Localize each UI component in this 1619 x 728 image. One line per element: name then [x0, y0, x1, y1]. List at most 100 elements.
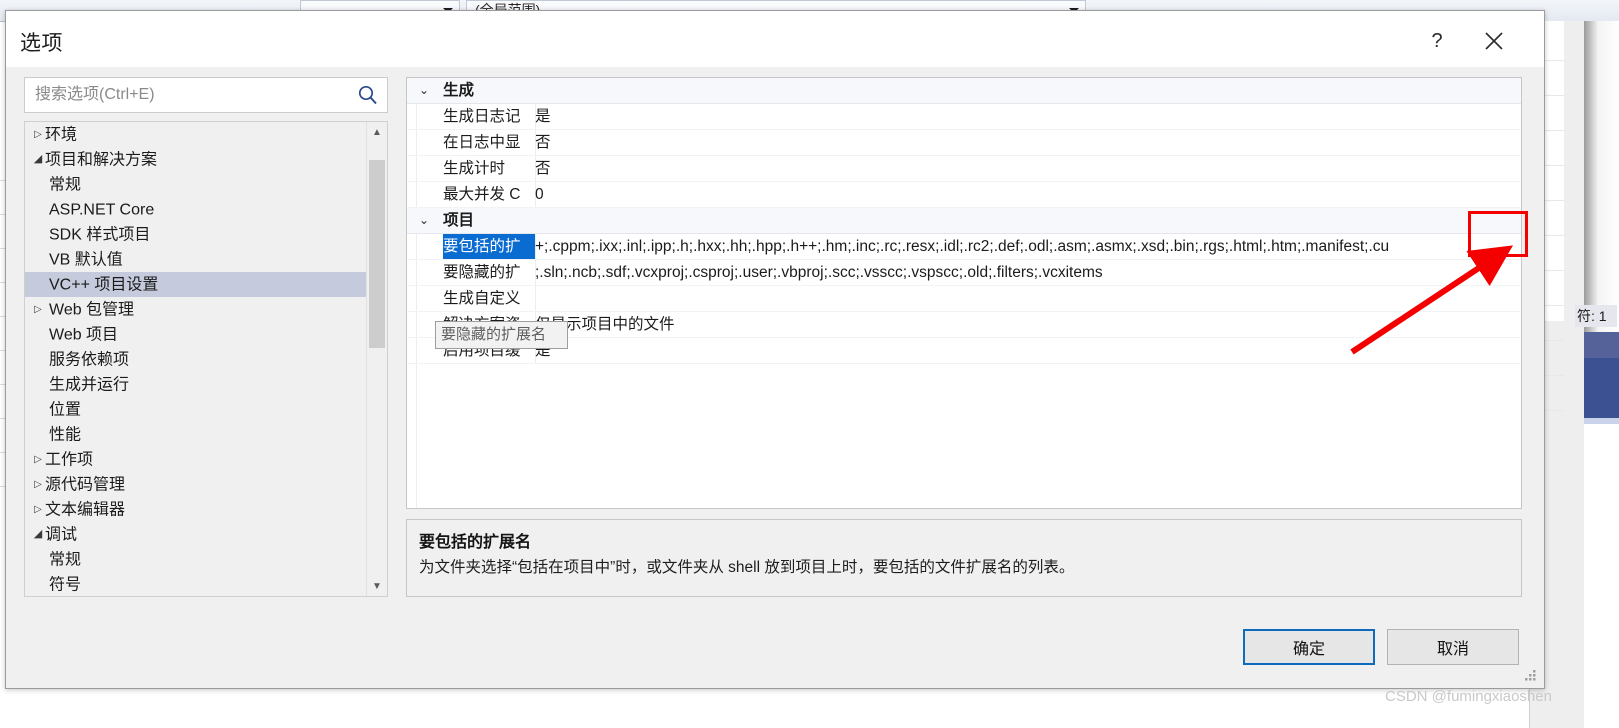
tree-item-label: 文本编辑器	[45, 501, 126, 519]
property-row[interactable]: 生成自定义	[407, 286, 1521, 312]
watermark-text: CSDN @fumingxiaoshen	[1385, 688, 1552, 705]
property-row[interactable]: 最大并发 C 0	[407, 182, 1521, 208]
tree-item[interactable]: 常规	[25, 547, 387, 572]
search-input[interactable]	[25, 78, 351, 112]
ide-selected-band	[1584, 358, 1619, 418]
tree-item[interactable]: 符号	[25, 572, 387, 596]
tree-item[interactable]: 工作项	[25, 447, 387, 472]
property-name: 生成计时	[443, 160, 506, 177]
tree-item[interactable]: 位置	[25, 397, 387, 422]
options-category-tree[interactable]: 环境◢项目和解决方案 常规 ASP.NET Core SDK 样式项目 VB 默…	[24, 121, 388, 597]
tree-item[interactable]: ◢ 项目和解决方案	[25, 147, 387, 172]
ide-right-lower	[1584, 424, 1619, 728]
close-button[interactable]	[1474, 25, 1514, 57]
chevron-down-icon[interactable]: ⌄	[419, 208, 435, 233]
tree-item[interactable]: ◢ 调试	[25, 522, 387, 547]
tree-scrollbar[interactable]: ▲ ▼	[366, 122, 387, 596]
property-name: 生成日志记	[443, 108, 521, 125]
scroll-up-icon[interactable]: ▲	[367, 122, 387, 142]
ok-button[interactable]: 确定	[1243, 629, 1375, 665]
property-column-splitter[interactable]	[535, 286, 536, 311]
description-body: 为文件夹选择“包括在项目中”时，或文件夹从 shell 放到项目上时，要包括的文…	[419, 559, 1075, 576]
search-magnifier-icon[interactable]	[355, 83, 381, 107]
tree-item[interactable]: 生成并运行	[25, 372, 387, 397]
property-row[interactable]: 要隐藏的扩 ;.sln;.ncb;.sdf;.vcxproj;.csproj;.u…	[407, 260, 1521, 286]
chevron-down-icon[interactable]: ◢	[31, 522, 45, 547]
options-dialog: 选项 ? 环境◢项目和解决方案 常规 ASP.NET Core SDK 样式项目…	[5, 10, 1545, 689]
tree-item-label: 生成并运行	[49, 376, 130, 394]
tree-item[interactable]: 源代码管理	[25, 472, 387, 497]
help-button[interactable]: ?	[1418, 25, 1456, 57]
tree-item-label: 项目和解决方案	[45, 151, 158, 169]
tree-item[interactable]: Web 包管理	[25, 297, 387, 322]
property-value[interactable]: 否	[535, 130, 1521, 155]
scrollbar-thumb[interactable]	[369, 160, 385, 348]
chevron-right-icon[interactable]	[31, 497, 45, 522]
tree-items-container: 环境◢项目和解决方案 常规 ASP.NET Core SDK 样式项目 VB 默…	[25, 122, 387, 596]
tree-item[interactable]: SDK 样式项目	[25, 222, 387, 247]
property-name: 生成自定义	[443, 290, 521, 307]
tree-item[interactable]: 服务依赖项	[25, 347, 387, 372]
property-name: 最大并发 C	[443, 186, 521, 203]
cancel-button[interactable]: 取消	[1387, 629, 1519, 665]
property-value[interactable]: 否	[535, 156, 1521, 181]
ide-selected-band	[1584, 332, 1619, 358]
property-value[interactable]: +;.cppm;.ixx;.inl;.ipp;.h;.hxx;.hh;.hpp;…	[535, 234, 1521, 259]
property-row[interactable]: 生成日志记是	[407, 104, 1521, 130]
chevron-right-icon[interactable]	[31, 297, 45, 322]
property-row[interactable]: 启用项目缓是	[407, 338, 1521, 364]
tree-item-label: 位置	[49, 401, 82, 419]
property-value[interactable]: 是	[535, 104, 1521, 129]
property-row[interactable]: 要包括的扩 +;.cppm;.ixx;.inl;.ipp;.h;.hxx;.hh;…	[407, 234, 1521, 260]
property-value[interactable]: 仅显示项目中的文件	[535, 312, 1521, 337]
tree-item[interactable]: 常规	[25, 172, 387, 197]
ide-status-fragment: 符: 1	[1575, 305, 1617, 327]
search-box[interactable]	[24, 77, 388, 113]
tree-item-label: 工作项	[45, 451, 94, 469]
tree-item-label: VB 默认值	[49, 251, 123, 269]
tree-item-label: 符号	[49, 576, 82, 594]
chevron-right-icon[interactable]	[31, 122, 45, 147]
tree-item-label: SDK 样式项目	[49, 226, 151, 244]
property-category-row[interactable]: ⌄ 项目	[407, 208, 1521, 234]
property-name: 要包括的扩	[443, 234, 535, 259]
chevron-down-icon[interactable]: ⌄	[419, 78, 435, 103]
tree-item[interactable]: VC++ 项目设置	[25, 272, 387, 297]
chevron-right-icon[interactable]	[31, 472, 45, 497]
tree-item-label: 常规	[49, 551, 82, 569]
property-category-row[interactable]: ⌄ 生成	[407, 78, 1521, 104]
tree-item-label: VC++ 项目设置	[49, 276, 159, 294]
property-tooltip: 要隐藏的扩展名	[435, 321, 568, 349]
tree-item[interactable]: 环境	[25, 122, 387, 147]
tree-item-label: 性能	[49, 426, 82, 444]
chevron-down-icon[interactable]: ◢	[31, 147, 45, 172]
dialog-title: 选项	[20, 32, 63, 55]
chevron-right-icon[interactable]	[31, 447, 45, 472]
property-value[interactable]: ;.sln;.ncb;.sdf;.vcxproj;.csproj;.user;.…	[535, 260, 1521, 285]
property-name: 要隐藏的扩	[443, 264, 521, 281]
property-row[interactable]: 生成计时 否	[407, 156, 1521, 182]
tree-item[interactable]: VB 默认值	[25, 247, 387, 272]
description-title: 要包括的扩展名	[419, 534, 532, 551]
close-x-icon	[1485, 32, 1503, 50]
property-grid[interactable]: ⌄ 生成 生成日志记是在日志中显否生成计时否最大并发 C 0 ⌄ 项目 要包括的扩 +;.cp…	[406, 77, 1522, 509]
property-value[interactable]: 是	[535, 338, 1521, 363]
dialog-titlebar: 选项 ?	[6, 11, 1544, 67]
scroll-down-icon[interactable]: ▼	[367, 576, 387, 596]
property-row[interactable]: 解决方案资仅显示项目中的文件	[407, 312, 1521, 338]
resize-grip-icon[interactable]	[1524, 669, 1538, 683]
tree-item[interactable]: ASP.NET Core	[25, 197, 387, 222]
property-row[interactable]: 在日志中显否	[407, 130, 1521, 156]
tree-item[interactable]: Web 项目	[25, 322, 387, 347]
property-value[interactable]: 0	[535, 182, 1521, 207]
tree-item[interactable]: 文本编辑器	[25, 497, 387, 522]
tree-item[interactable]: 性能	[25, 422, 387, 447]
